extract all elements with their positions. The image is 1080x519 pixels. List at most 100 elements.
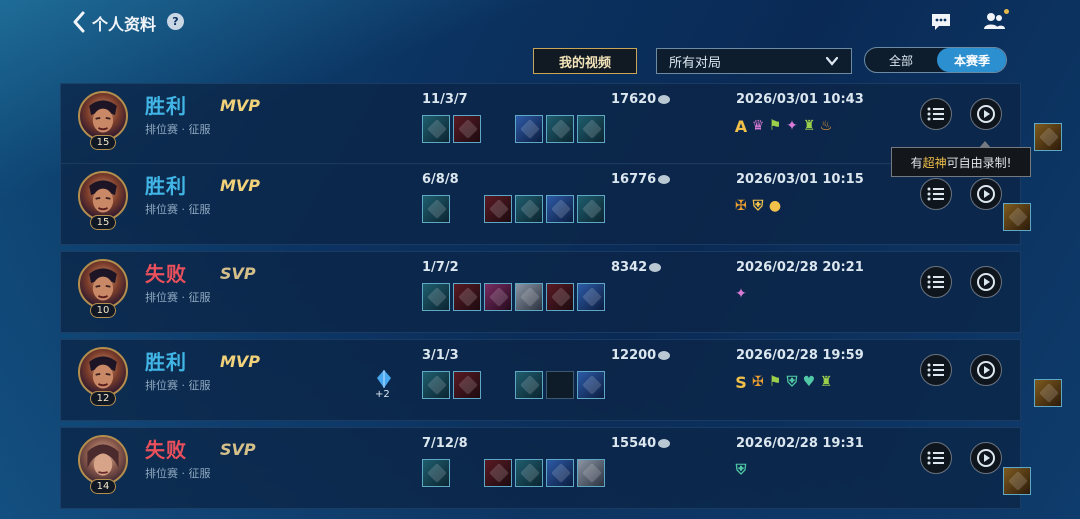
chat-bubble-icon[interactable] [930,12,952,32]
kda: 11/3/7 [422,92,468,107]
match-card[interactable]: 15 胜利 排位赛 · 征服 MVP 11/3/7 17620 2026/03/… [60,83,1062,165]
rating-letter: A [734,116,748,136]
top-bar: 个人资料 ? [0,0,1080,44]
item-icon [515,283,543,311]
replay-button[interactable] [970,98,1002,130]
wings-icon: ✦ [786,118,798,134]
item-icon [1034,379,1062,407]
item-icon [422,371,450,399]
kda: 6/8/8 [422,172,459,187]
match-result: 失败 [145,438,187,462]
notification-dot [1004,9,1009,14]
list-icon [927,187,944,201]
match-card[interactable]: 10 失败 排位赛 · 征服 SVP 1/7/2 8342 2026/02/28… [60,251,1021,333]
crystal-count: +2 [375,389,390,400]
gold-amount: 15540 [611,436,671,451]
item-icon [577,459,605,487]
match-mode: 排位赛 · 征服 [145,123,211,136]
replay-button[interactable] [970,266,1002,298]
gold-value: 17620 [611,92,657,107]
details-button[interactable] [920,442,952,474]
hero-avatar [78,91,128,141]
tooltip-highlight: 超神 [922,155,947,170]
match-card[interactable]: 12 胜利 排位赛 · 征服 MVP +2 3/1/3 12200 2026/0… [60,339,1062,421]
item-icon [422,115,450,143]
my-videos-button[interactable]: 我的视频 [533,48,637,74]
tab-this-season[interactable]: 本赛季 [937,48,1006,72]
replay-icon [977,361,995,379]
hero-level: 12 [90,391,116,406]
tower-icon: ♜ [819,374,833,390]
gold-value: 12200 [611,348,657,363]
item-icon [546,283,574,311]
season-toggle[interactable]: 全部 本赛季 [864,47,1007,73]
achievement-tags: S ✠ ⚑ ⛨ ♥ ♜ [734,372,833,392]
match-result: 胜利 [145,174,187,198]
match-mode: 排位赛 · 征服 [145,291,211,304]
match-card[interactable]: 15 胜利 排位赛 · 征服 MVP 6/8/8 16776 2026/03/0… [60,163,1031,245]
replay-icon [977,449,995,467]
details-button[interactable] [920,178,952,210]
match-filter-value: 所有对局 [669,55,722,71]
replay-button[interactable] [970,354,1002,386]
replay-button[interactable] [970,178,1002,210]
item-icon [546,115,574,143]
match-filter-dropdown[interactable]: 所有对局 [656,48,852,74]
details-button[interactable] [920,98,952,130]
flame-icon: ♨ [819,118,833,134]
flag-icon: ⚑ [768,118,782,134]
item-icon [577,195,605,223]
item-icon [1003,203,1031,231]
item-icon [515,371,543,399]
item-icon [546,195,574,223]
list-icon [927,275,944,289]
match-card[interactable]: 14 失败 排位赛 · 征服 SVP 7/12/8 15540 2026/02/… [60,427,1031,509]
match-date: 2026/03/01 10:43 [736,92,864,107]
hero-level: 15 [90,215,116,230]
gold-value: 15540 [611,436,657,451]
details-button[interactable] [920,354,952,386]
hero-avatar [78,435,128,485]
hero-avatar [78,171,128,221]
replay-button[interactable] [970,442,1002,474]
list-icon [927,451,944,465]
item-icon [546,459,574,487]
coin-icon [658,439,671,448]
item-icon [484,459,512,487]
chevron-left-icon[interactable] [70,10,88,34]
hero-level: 10 [90,303,116,318]
hero-avatar [78,259,128,309]
item-icon [515,459,543,487]
gold-value: 16776 [611,172,657,187]
item-icon [422,283,450,311]
sword-emblem-icon: ✠ [735,198,747,214]
match-mode: 排位赛 · 征服 [145,379,211,392]
rating-letter: S [735,372,747,392]
svp-badge: SVP [220,440,256,459]
tooltip-suffix: 可自由录制! [946,155,1012,170]
empty-item-slot [546,371,574,399]
achievement-tags: A ♛ ⚑ ✦ ♜ ♨ [734,116,833,136]
details-button[interactable] [920,266,952,298]
coin-icon [658,95,671,104]
help-icon[interactable]: ? [167,13,184,30]
sword-emblem-icon: ✠ [752,374,764,390]
item-icon [422,195,450,223]
item-bar [422,115,1062,151]
heart-icon: ♥ [802,374,816,390]
tab-all[interactable]: 全部 [865,48,937,72]
list-icon [927,363,944,377]
gold-amount: 8342 [611,260,662,275]
match-date: 2026/02/28 20:21 [736,260,864,275]
shield-icon: ⛨ [786,374,798,390]
item-icon [577,115,605,143]
item-bar [422,283,605,311]
gold-amount: 17620 [611,92,671,107]
item-icon [515,115,543,143]
item-icon [484,283,512,311]
coin-stack-icon: ● [768,198,782,214]
mvp-badge: MVP [220,352,261,371]
item-icon [484,195,512,223]
list-icon [927,107,944,121]
item-bar [422,195,1031,231]
